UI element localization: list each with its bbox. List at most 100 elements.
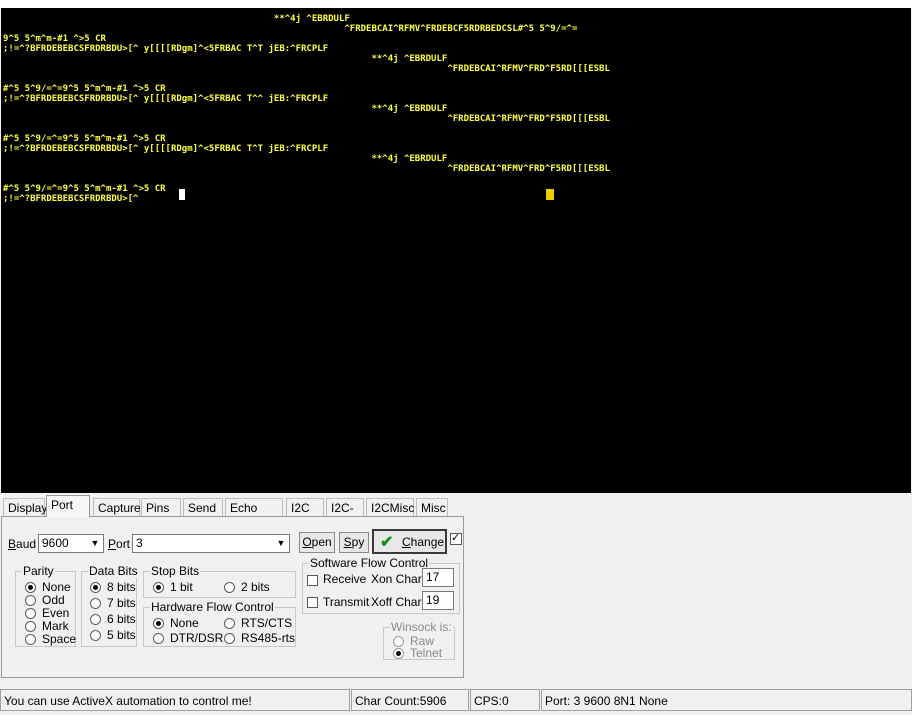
xon-label: Xon Char:: [371, 572, 426, 586]
radio-icon[interactable]: [90, 582, 101, 593]
radio-icon[interactable]: [90, 598, 101, 609]
radio-icon[interactable]: [224, 618, 235, 629]
radio-icon[interactable]: [90, 630, 101, 641]
hw-flow-option-label: DTR/DSR: [170, 631, 224, 645]
xon-char-input[interactable]: 17: [422, 568, 454, 587]
checkmark-icon: ✔: [380, 534, 394, 551]
parity-option-label: Space: [42, 632, 77, 646]
radio-icon[interactable]: [90, 614, 101, 625]
port-info: Port: 3 9600 8N1 None: [541, 689, 912, 711]
parity-group: Parity None Odd Even Mark Space: [15, 564, 77, 647]
tab-echo-port[interactable]: Echo Port: [225, 498, 283, 533]
title-bar: [0, 0, 912, 8]
terminal-line: **^4j ^EBRDULF: [3, 104, 448, 114]
data-bits-option-label: 7 bits: [107, 596, 136, 610]
radio-icon[interactable]: [153, 618, 164, 629]
terminal-line: ;!=^?BFRDEBEBCSFRDRBDU>[^ y[[[[RDgm]^<5F…: [3, 94, 329, 104]
hw-flow-option-label: None: [170, 616, 199, 630]
terminal-line: ^FRDEBCAI^RFMV^FRD^F5RD[[[ESBL: [3, 164, 610, 174]
terminal-line: ^FRDEBCAI^RFMV^FRD^F5RD[[[ESBL: [3, 64, 610, 74]
terminal-line: ;!=^?BFRDEBEBCSFRDRBDU>[^ y[[[[RDgm]^<5F…: [3, 44, 329, 54]
terminal-line: ^FRDEBCAI^RFMV^FRDEBCF5RDRBEDCSL#^5 5^9/…: [3, 24, 578, 34]
port-value: 3: [136, 536, 143, 550]
terminal-line: ;!=^?BFRDEBEBCSFRDRBDU>[^: [3, 194, 144, 204]
tab-display[interactable]: Display: [3, 498, 47, 516]
port-settings-panel: Baud 9600 ▼ Port 3 ▼ Open Spy ✔ Change ✓…: [1, 516, 464, 678]
tab-port[interactable]: Port: [46, 495, 90, 517]
terminal-line: #^5 5^9/=^=9^5 5^m^m-#1 ^>5 CR: [3, 134, 166, 144]
radio-icon[interactable]: [224, 582, 235, 593]
winsock-title: Winsock is:: [390, 620, 453, 634]
status-bar: You can use ActiveX automation to contro…: [0, 689, 912, 713]
tab-send[interactable]: Send: [183, 498, 223, 516]
data-bits-option-label: 6 bits: [107, 612, 136, 626]
hardware-flow-group: Hardware Flow Control None RTS/CTS DTR/D…: [143, 600, 296, 647]
tab-i2cmisc[interactable]: I2CMisc: [366, 498, 414, 516]
winsock-option-label: Telnet: [410, 646, 443, 660]
open-button[interactable]: Open: [299, 532, 335, 553]
xoff-char-input[interactable]: 19: [422, 591, 454, 610]
software-flow-title: Software Flow Control: [309, 556, 430, 570]
radio-icon[interactable]: [224, 633, 235, 644]
parity-title: Parity: [22, 564, 55, 578]
receive-checkbox[interactable]: [307, 575, 318, 586]
winsock-group: Winsock is: Raw Telnet: [383, 620, 455, 660]
terminal-line: #^5 5^9/=^=9^5 5^m^m-#1 ^>5 CR: [3, 84, 166, 94]
radio-icon[interactable]: [25, 634, 36, 645]
port-label: Port: [108, 537, 131, 551]
radio-icon[interactable]: [25, 582, 36, 593]
tab-i2c[interactable]: I2C: [286, 498, 324, 516]
terminal-line: **^4j ^EBRDULF: [3, 54, 448, 64]
radio-icon[interactable]: [25, 595, 36, 606]
terminal-line: 9^5 5^m^m-#1 ^>5 CR: [3, 34, 106, 44]
stop-bits-group: Stop Bits 1 bit 2 bits: [143, 564, 296, 598]
transmit-checkbox[interactable]: [307, 597, 318, 608]
stop-bits-option-label: 1 bit: [170, 580, 193, 594]
tab-misc[interactable]: Misc: [416, 498, 448, 516]
terminal-marker: [546, 189, 554, 200]
baud-label: Baud: [8, 537, 37, 551]
radio-icon[interactable]: [25, 621, 36, 632]
terminal-line: ;!=^?BFRDEBEBCSFRDRBDU>[^ y[[[[RDgm]^<5F…: [3, 144, 329, 154]
spy-button[interactable]: Spy: [339, 532, 369, 553]
tab-i2c-2[interactable]: I2C-2: [326, 498, 364, 533]
hardware-flow-title: Hardware Flow Control: [150, 600, 275, 614]
terminal-line: ^FRDEBCAI^RFMV^FRD^F5RD[[[ESBL: [3, 114, 610, 124]
parity-option-label: Even: [42, 606, 70, 620]
parity-option-label: Odd: [42, 593, 65, 607]
tab-capture[interactable]: Capture: [93, 498, 141, 516]
baud-value: 9600: [42, 536, 69, 550]
tab-pins[interactable]: Pins: [141, 498, 181, 516]
checkmark-icon: ✓: [451, 532, 461, 544]
xon-value: 17: [426, 570, 440, 584]
change-button[interactable]: ✔ Change: [372, 529, 447, 554]
parity-option-label: None: [42, 580, 71, 594]
terminal-output[interactable]: **^4j ^EBRDULF ^FRDEBCAI^RFMV^FRDEBCF5RD…: [1, 8, 911, 493]
baud-select[interactable]: 9600 ▼: [38, 534, 104, 553]
data-bits-title: Data Bits: [88, 564, 139, 578]
hw-flow-option-label: RTS/CTS: [241, 616, 293, 630]
cps-value: CPS:0: [470, 689, 540, 711]
chevron-down-icon[interactable]: ▼: [88, 536, 102, 551]
stop-bits-option-label: 2 bits: [241, 580, 270, 594]
terminal-cursor: [179, 189, 185, 200]
change-checkbox[interactable]: ✓: [450, 532, 462, 545]
port-select[interactable]: 3 ▼: [132, 534, 290, 553]
radio-icon[interactable]: [393, 648, 404, 659]
char-count: Char Count:5906: [351, 689, 469, 711]
data-bits-option-label: 8 bits: [107, 580, 136, 594]
radio-icon[interactable]: [25, 608, 36, 619]
radio-icon[interactable]: [153, 582, 164, 593]
data-bits-option-label: 5 bits: [107, 628, 136, 642]
radio-icon[interactable]: [393, 636, 404, 647]
terminal-line: **^4j ^EBRDULF: [3, 154, 448, 164]
chevron-down-icon[interactable]: ▼: [274, 536, 288, 551]
radio-icon[interactable]: [153, 633, 164, 644]
parity-option-label: Mark: [42, 619, 69, 633]
data-bits-group: Data Bits 8 bits 7 bits 6 bits 5 bits: [81, 564, 139, 647]
xoff-label: Xoff Char:: [371, 595, 425, 609]
xoff-value: 19: [426, 593, 440, 607]
change-label: Change: [402, 535, 445, 549]
status-message: You can use ActiveX automation to contro…: [0, 689, 350, 711]
terminal-line: #^5 5^9/=^=9^5 5^m^m-#1 ^>5 CR: [3, 184, 166, 194]
